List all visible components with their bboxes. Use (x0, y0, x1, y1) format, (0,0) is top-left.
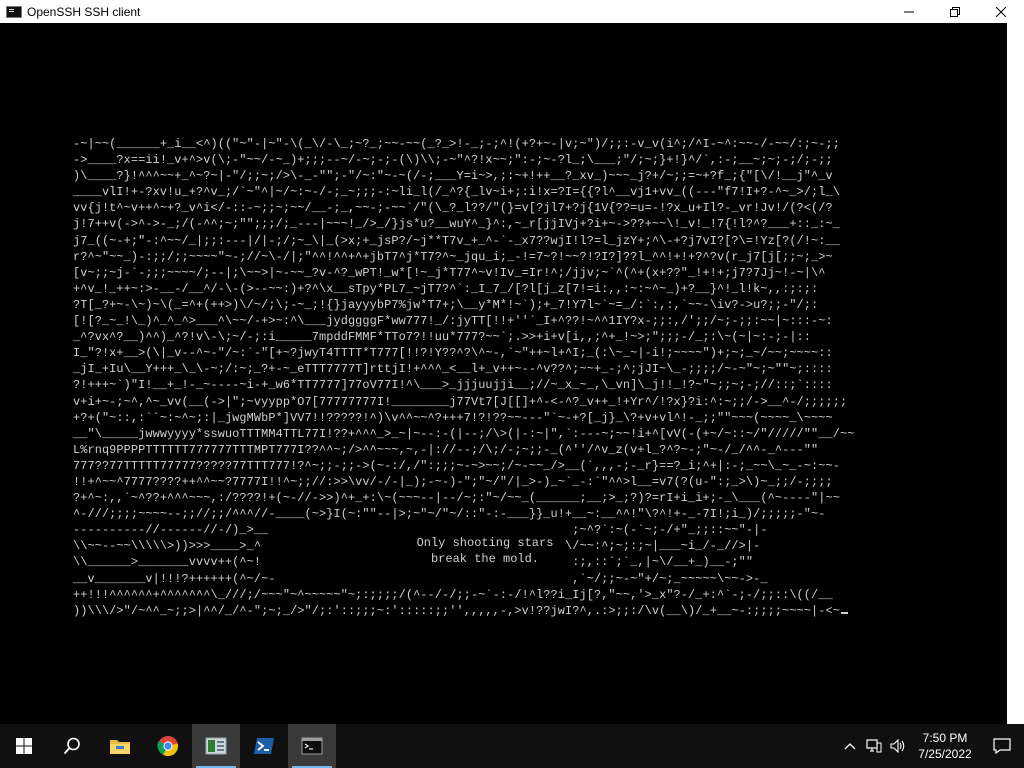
console-line: r?^~"~~_)-:;;/;;~~~~"~-;//~\-/|;"^^!^^+^… (73, 249, 833, 264)
file-explorer-button[interactable] (96, 724, 144, 768)
console-line: ))\\\/>"/~^^_~;;>|^^/_/^-";~;_/>"/;:'::;… (73, 603, 840, 618)
server-manager-icon (205, 737, 227, 755)
volume-button[interactable] (886, 724, 910, 768)
volume-icon (890, 739, 905, 753)
console-line: )\____?}!^^^~~+_^~?~|-"/;;~;/>\-_-"";-"/… (73, 169, 833, 184)
console-line: -~|~~(______+_i__<^)(("~"-|~"-\(_\/-\_;~… (73, 137, 840, 151)
caption-line-1: Only shooting stars (416, 536, 554, 550)
console-line: I_"?!x+__>(\|_v--^~-"/~:`-"[+~?jwyT4TTTT… (73, 346, 833, 361)
console-line: j!7++v(->^->-_;/(-^^;~;"";;;/;_---|~~~!_… (73, 217, 840, 232)
powershell-icon (254, 738, 274, 754)
title-bar: OpenSSH SSH client (0, 0, 1024, 23)
notification-icon (993, 738, 1011, 754)
console-line: ?+^~:,,`~^??+^^^~~~,:/????!+(~-//->>)^+_… (73, 491, 840, 506)
maximize-button[interactable] (932, 0, 978, 23)
console-line: j7_((~-+;"-:^~~/_|;;:---|/|-;/;~_\|_(>x;… (73, 233, 840, 248)
console-area[interactable]: -~|~~(______+_i__<^)(("~"-|~"-\(_\/-\_;~… (0, 23, 1007, 724)
clock-date: 7/25/2022 (918, 747, 972, 761)
console-line: ?T[_?+~-\~)~\(_=^+(++>)\/~/;\;-~_;!{}jay… (73, 297, 819, 312)
console-line: !!+^~~^7777????++^^~~?7777I!!^~;;//:>>\v… (73, 474, 833, 489)
close-button[interactable] (978, 0, 1024, 23)
server-manager-button[interactable] (192, 724, 240, 768)
ssh-console-button[interactable] (288, 724, 336, 768)
clock[interactable]: 7:50 PM 7/25/2022 (910, 730, 980, 762)
console-line: [![?_~_!\_)^_^_^>___^\~~/-+>~:^\___jydgg… (73, 314, 833, 329)
console-line: ?!+++~`)"I!__+_!-_~----~i-+_w6*TT7777]77… (73, 378, 833, 393)
close-icon (996, 6, 1006, 17)
console-icon (301, 737, 323, 755)
restore-icon (950, 6, 960, 17)
chrome-icon (157, 736, 179, 757)
show-hidden-icons-button[interactable] (838, 724, 862, 768)
chrome-button[interactable] (144, 724, 192, 768)
console-line: [v~;;~j-`-;;;~~~~/;--|;\~~>|~-~~_?v-^?_w… (73, 265, 826, 280)
text-cursor (840, 611, 848, 614)
network-button[interactable] (862, 724, 886, 768)
folder-icon (110, 740, 130, 754)
console-line: _^?vx^?__)^^)_^?!v\-\;~/-;:i_____7mpddFM… (73, 330, 812, 345)
console-line: ^-///;;;;~~~~--;;//;;/^^^//-____(~>}I(~:… (73, 507, 826, 522)
console-line: ____vlI!+-?xv!u_+?^v_;/`~"^|~/~:~-/-;_~;… (73, 185, 840, 200)
windows-logo-icon (16, 738, 32, 754)
minimize-button[interactable] (886, 0, 932, 23)
caption-line-2: break the mold. (430, 552, 540, 566)
system-tray: 7:50 PM 7/25/2022 (838, 724, 1024, 768)
window-title: OpenSSH SSH client (27, 4, 141, 19)
console-line: ++!!!^^^^^^+^^^^^^^\_///;/~~~"~^~~~~~"~;… (73, 587, 833, 602)
network-icon (866, 739, 882, 753)
console-line: vv{j!t^~v++^~+?_v^i</-::-~;;~;~~/__-;_,~… (73, 201, 833, 216)
action-center-button[interactable] (980, 724, 1024, 768)
search-icon (63, 737, 80, 755)
caption-text: Only shooting stars break the mold. (380, 535, 590, 567)
start-button[interactable] (0, 724, 48, 768)
powershell-button[interactable] (240, 724, 288, 768)
console-line: ->____?x==ii!_v+^>v(\;-"~~/-~_)+;;;--~/-… (73, 153, 833, 168)
console-line: __"\_____jwwwyyyy*sswuoTTTMM4TTL77I!??+^… (73, 426, 855, 441)
console-line: +^v_!_++~:>-__-/__^/-\-(>--~~:)+?^\x__sT… (73, 281, 819, 296)
taskbar: 7:50 PM 7/25/2022 (0, 724, 1024, 768)
console-line: 777??77TTTTT77777?????77TTT777!?^~;;-;;-… (73, 458, 840, 473)
console-icon (6, 5, 22, 18)
minimize-icon (904, 11, 914, 12)
chevron-up-icon (844, 743, 856, 750)
console-line: v+i+~-;~^,^~_vv(__(->|";~vyypp*O7[777777… (73, 394, 848, 409)
console-scrollbar[interactable] (1007, 23, 1024, 724)
console-line: __v_______v|!!!?++++++(^~/~- ,`~/;;~-~"+… (73, 571, 768, 586)
console-line: +?+("~::,:``~:~^~;:|_jwgMWbP*]VV7!!?????… (73, 410, 833, 425)
search-button[interactable] (48, 724, 96, 768)
clock-time: 7:50 PM (922, 731, 968, 745)
console-line: L%rnq9PPPPTTTTTT777777TTTMPT777I??^^~;/>… (73, 442, 819, 457)
console-line: _jI_+Iu\__Y+++_\_\-~;/:~;_?+-~_eTTT7777T… (73, 362, 833, 377)
